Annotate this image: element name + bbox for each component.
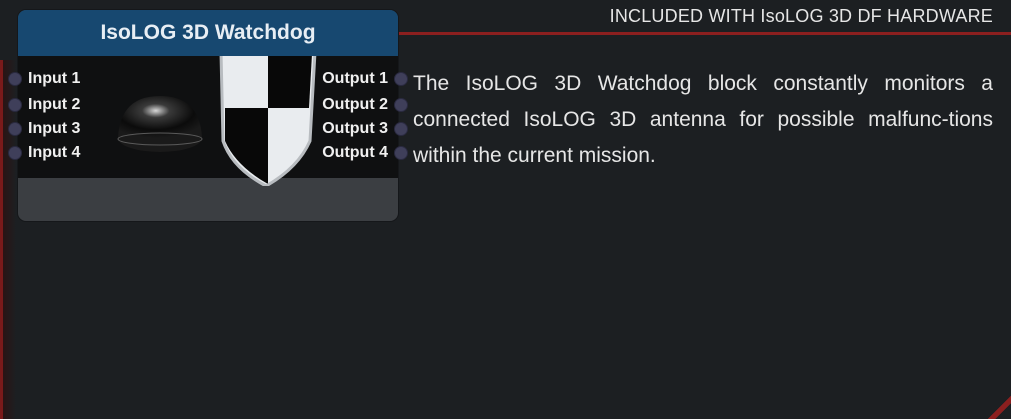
input-port-2-connector[interactable] [8,98,22,112]
input-port-4-connector[interactable] [8,146,22,160]
input-port-4[interactable]: Input 4 [8,144,80,162]
input-port-1[interactable]: Input 1 [8,70,80,88]
output-port-3-label: Output 3 [322,120,388,137]
output-port-1-label: Output 1 [322,70,388,87]
output-port-3-connector[interactable] [394,122,408,136]
output-port-4[interactable]: Output 4 [322,144,408,162]
output-port-2-label: Output 2 [322,96,388,113]
node-title: IsoLOG 3D Watchdog [18,10,398,56]
input-port-3[interactable]: Input 3 [8,120,80,138]
hardware-header: INCLUDED WITH IsoLOG 3D DF HARDWARE [609,6,993,26]
output-port-2-connector[interactable] [394,98,408,112]
output-port-2[interactable]: Output 2 [322,96,408,114]
input-port-2-label: Input 2 [28,96,81,113]
output-port-1-connector[interactable] [394,72,408,86]
antenna-dome-icon [117,96,203,152]
output-port-1[interactable]: Output 1 [322,70,408,88]
input-port-1-connector[interactable] [8,72,22,86]
input-port-1-label: Input 1 [28,70,81,87]
output-port-3[interactable]: Output 3 [322,120,408,138]
input-port-2[interactable]: Input 2 [8,96,80,114]
input-port-3-label: Input 3 [28,120,81,137]
output-port-4-connector[interactable] [394,146,408,160]
input-port-3-connector[interactable] [8,122,22,136]
frame-top-line [398,32,1011,35]
watchdog-node[interactable]: IsoLOG 3D Watchdog Input 1 Input 2 Input… [8,9,408,222]
block-description: The IsoLOG 3D Watchdog block constantly … [413,72,993,167]
output-port-4-label: Output 4 [322,144,388,161]
shield-icon [219,56,317,186]
frame-corner-accent [985,393,1011,419]
input-port-4-label: Input 4 [28,144,81,161]
